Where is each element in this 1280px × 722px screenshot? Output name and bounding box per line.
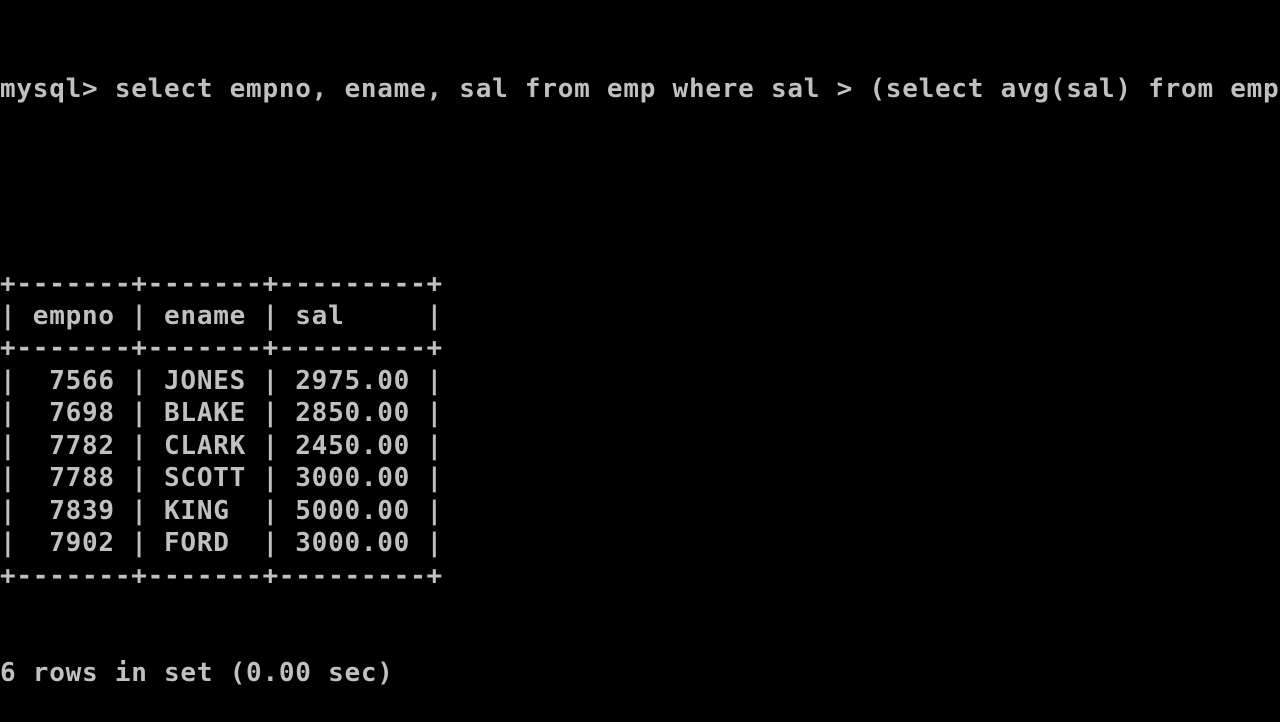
table-border-bottom: +-------+-------+---------+ <box>0 560 443 591</box>
table-row: | 7902 | FORD | 3000.00 | <box>0 528 443 559</box>
terminal-window[interactable]: mysql> select empno, ename, sal from emp… <box>0 0 1280 722</box>
result-summary: 6 rows in set (0.00 sec) <box>0 657 394 688</box>
result-table: +-------+-------+---------+ | empno | ena… <box>0 268 1280 592</box>
table-row: | 7782 | CLARK | 2450.00 | <box>0 430 443 461</box>
table-row: | 7788 | SCOTT | 3000.00 | <box>0 463 443 494</box>
table-row: | 7698 | BLAKE | 2850.00 | <box>0 398 443 429</box>
sql-command: select empno, ename, sal from emp where … <box>114 73 1280 104</box>
command-line: mysql> select empno, ename, sal from emp… <box>0 73 1280 105</box>
table-row: | 7839 | KING | 5000.00 | <box>0 495 443 526</box>
table-row: | 7566 | JONES | 2975.00 | <box>0 365 443 396</box>
table-border-top: +-------+-------+---------+ <box>0 268 443 299</box>
table-header-row: | empno | ename | sal | <box>0 301 443 332</box>
mysql-prompt: mysql> <box>0 73 115 104</box>
table-border-header: +-------+-------+---------+ <box>0 333 443 364</box>
